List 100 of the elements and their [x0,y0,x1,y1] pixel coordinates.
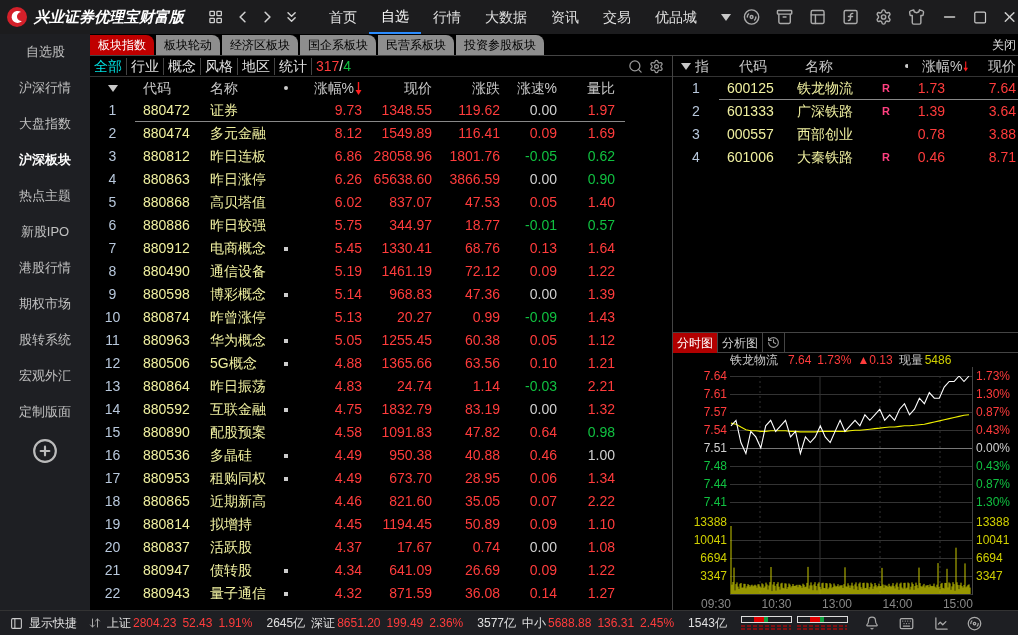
column-header[interactable]: 涨跌 [472,77,500,99]
chart-tab[interactable]: 分析图 [718,332,763,353]
column-header[interactable]: 涨幅% [313,77,354,99]
keyboard-icon[interactable] [898,615,914,631]
filter-tab[interactable]: 行业 [127,57,164,75]
search-icon[interactable] [628,58,643,74]
nav-tab[interactable]: 优品城 [642,0,709,34]
column-header[interactable]: 代码 [739,56,767,77]
value-cell-text: 28.95 [463,469,500,488]
column-header[interactable]: 现价 [404,77,432,99]
value-cell-text: 4.58 [333,423,362,442]
value-cell-text: 5.75 [333,216,362,235]
sidebar-item[interactable]: 港股行情 [0,250,90,286]
dropdown-caret-icon[interactable] [720,13,731,21]
filter-tab[interactable]: 概念 [164,57,201,75]
maximize-icon[interactable] [972,9,987,25]
code-cell-text: 880864 [142,377,191,396]
index-value: 2804.23 [133,615,177,632]
column-header[interactable]: 名称 [805,56,833,77]
value-cell-text: 4.46 [333,492,362,511]
function-icon[interactable] [842,8,860,26]
nav-tab[interactable]: 资讯 [538,0,591,34]
name-cell-text: 昨日较强 [209,216,267,235]
value-cell-text: 68.76 [463,239,500,258]
grid-icon[interactable] [208,9,224,25]
history-icon[interactable] [767,336,780,349]
settings-icon[interactable] [649,58,664,74]
nav-tab[interactable]: 首页 [316,0,369,34]
price-axis-label: 7.54 [703,422,727,439]
close-link[interactable]: 关闭 [992,35,1016,54]
chart-icon[interactable] [933,615,949,631]
sidebar-item[interactable]: 大盘指数 [0,106,90,142]
bell-icon[interactable] [864,616,879,630]
column-header[interactable]: 涨幅% [922,56,963,77]
row-number: 3 [691,125,701,144]
volume-axis-label: 10041 [693,532,727,549]
sidebar-item[interactable]: 热点主题 [0,178,90,214]
code-cell-text: 880953 [142,469,191,488]
shortcut-icon[interactable] [10,616,23,630]
chart-tab[interactable]: 分时图 [673,332,718,353]
value-cell-text: 119.62 [457,100,500,120]
board-tab[interactable]: 民营系板块 [378,35,454,55]
filter-tab[interactable]: 地区 [238,57,275,75]
sort-toggle-icon[interactable] [681,62,691,70]
add-icon[interactable] [32,438,58,464]
sidebar-item[interactable]: 股转系统 [0,322,90,358]
sidebar-item[interactable]: 宏观外汇 [0,358,90,394]
code-cell-text: 880536 [142,446,191,465]
row-number: 17 [103,469,122,488]
value-cell-text: 0.74 [471,538,500,557]
layout-icon[interactable] [808,8,826,26]
filter-tab[interactable]: 风格 [201,57,238,75]
filter-tab[interactable]: 统计 [275,57,312,75]
dial-icon[interactable] [966,615,982,631]
value-cell-text: 1.12 [586,331,615,350]
shortcut-toggle[interactable]: 显示快捷 [29,614,77,632]
sidebar-item[interactable]: 自选股 [0,34,90,70]
nav-tab[interactable]: 行情 [420,0,473,34]
box-icon[interactable] [775,8,793,26]
column-header[interactable]: 代码 [143,77,171,99]
row-number: 20 [103,538,122,557]
value-cell-text: 0.90 [586,170,615,189]
value-cell-text: 1.21 [586,354,615,373]
sidebar-item[interactable]: 期权市场 [0,286,90,322]
column-header[interactable]: 涨速% [516,77,557,99]
value-cell-text: 3.88 [987,125,1017,144]
sidebar-item[interactable]: 沪深行情 [0,70,90,106]
logo-icon [6,6,28,28]
code-cell-text: 880863 [142,170,191,189]
settings-icon[interactable] [875,8,893,26]
board-tab[interactable]: 板块指数 [90,35,154,55]
shirt-icon[interactable] [908,8,926,26]
marker-icon [284,476,288,481]
column-header[interactable]: 指 [695,56,709,77]
sidebar-item[interactable]: 定制版面 [0,394,90,430]
column-header[interactable]: 量比 [587,77,615,99]
nav-tab[interactable]: 交易 [590,0,643,34]
board-tab[interactable]: 国企系板块 [300,35,376,55]
row-number: 2 [107,124,118,143]
value-cell-text: 0.62 [586,147,615,166]
board-tab[interactable]: 经济区板块 [222,35,298,55]
board-tab[interactable]: 板块轮动 [156,35,220,55]
sort-toggle-icon[interactable] [107,84,118,92]
nav-tab[interactable]: 大数据 [472,0,539,34]
value-cell-text: 0.64 [528,423,557,442]
index-name: 上证 [107,615,131,632]
swap-icon[interactable] [89,617,101,629]
filter-tab[interactable]: 全部 [90,57,127,75]
column-header[interactable]: 名称 [210,77,238,99]
code-cell-text: 880506 [142,354,191,373]
index-value: 5688.88 [548,615,592,632]
row-number: 15 [103,423,122,442]
sidebar-item[interactable]: 新股IPO [0,214,90,250]
value-cell-text: 7.64 [987,78,1017,98]
row-number: 22 [103,584,122,603]
name-cell-text: 西部创业 [796,125,854,144]
value-cell-text: 4.34 [333,561,362,580]
sidebar-item[interactable]: 沪深板块 [0,142,90,178]
column-header[interactable]: 现价 [988,56,1016,77]
board-tab[interactable]: 投资参股板块 [456,35,544,55]
